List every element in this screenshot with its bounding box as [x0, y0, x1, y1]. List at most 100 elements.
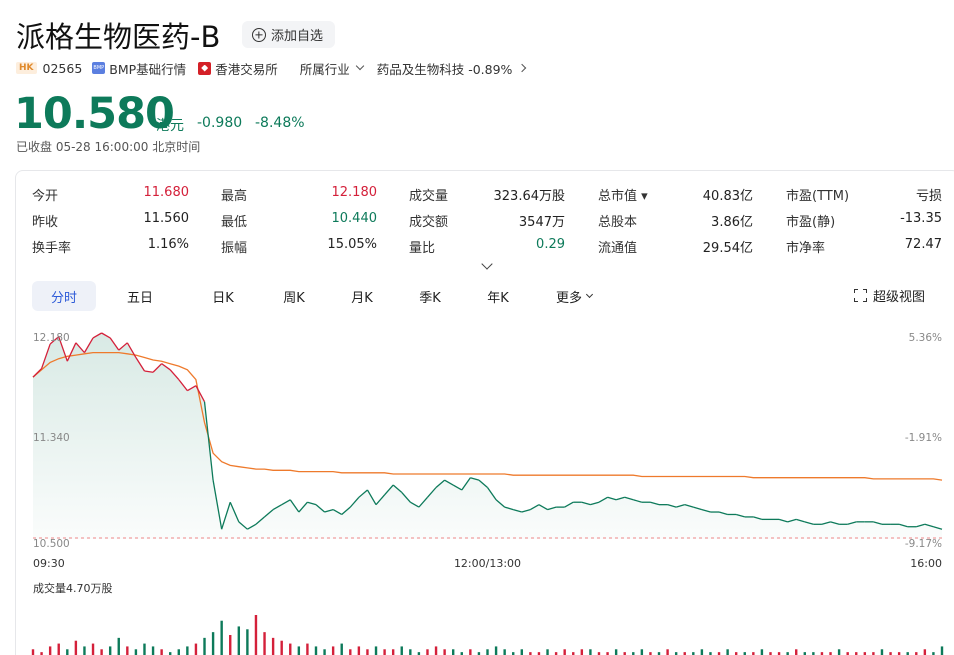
y-tick-label: 10.500 [33, 538, 70, 550]
x-tick-label: 16:00 [910, 557, 942, 570]
plus-circle-icon [252, 27, 266, 42]
volume-bar [246, 629, 249, 655]
volume-bar [760, 649, 764, 655]
volume-bar [271, 637, 275, 655]
volume-bar [194, 643, 198, 655]
sector-link[interactable]: 药品及生物科技 -0.89% [376, 59, 527, 78]
volume-bar [640, 649, 644, 655]
quote-panel: 今开 11.680 最高 12.180 成交量 323.64万股 总市值 ▾ 40.83亿 市盈… [15, 170, 954, 655]
volume-bar [280, 640, 283, 655]
volume-bar [469, 649, 472, 655]
volume-bar [83, 646, 86, 655]
volume-bar [91, 643, 95, 655]
volume-bar [297, 646, 301, 655]
intraday-chart[interactable]: 12.180 11.340 10.500 5.36% -1.91% -9.17% 09:30… [16, 171, 954, 655]
volume-bar [186, 646, 189, 655]
price-change: -0.980 [197, 115, 243, 131]
volume-bar [357, 646, 361, 655]
y-pct-tick-label: -1.91% [905, 432, 942, 444]
y-tick-label: 12.180 [33, 332, 70, 344]
volume-bar [108, 646, 112, 655]
volume-bar [700, 649, 704, 655]
volume-bar [263, 632, 266, 655]
volume-bar [349, 649, 352, 655]
volume-bar [220, 620, 223, 655]
volume-bar [66, 649, 69, 655]
volume-bar [100, 649, 103, 655]
stock-code: 02565 [42, 60, 83, 76]
volume-bar [837, 649, 841, 655]
y-pct-tick-label: -9.17% [905, 538, 942, 550]
price-change-pct: -8.48% [255, 115, 305, 131]
industry-dropdown[interactable]: 所属行业 [300, 59, 367, 78]
volume-bar [366, 649, 369, 655]
volume-bar [940, 646, 944, 655]
market-tag: HK [16, 62, 37, 74]
market-status: 已收盘 05-28 16:00:00 北京时间 [16, 140, 201, 154]
price-unit: 港元 [156, 118, 184, 134]
x-tick-label: 12:00/13:00 [454, 557, 521, 570]
volume-bar [237, 626, 241, 655]
chevron-right-icon [518, 63, 527, 73]
volume-bar [203, 637, 206, 655]
volume-bar [306, 643, 309, 655]
stock-meta-row: HK 02565 BMP BMP基础行情 香港交易所 所属行业 药品及生物科技 … [16, 59, 527, 78]
exchange-label: 香港交易所 [215, 61, 278, 77]
volume-bar [143, 643, 146, 655]
volume-bar [134, 649, 138, 655]
volume-bar [74, 640, 78, 655]
volume-bar [211, 632, 215, 655]
volume-bar [117, 637, 120, 655]
y-pct-tick-label: 5.36% [909, 332, 942, 344]
chevron-down-icon [355, 61, 364, 71]
y-tick-label: 11.340 [33, 432, 70, 444]
volume-bar [503, 649, 506, 655]
volume-bar [666, 649, 669, 655]
volume-bar [494, 646, 498, 655]
volume-bar [880, 649, 884, 655]
bmp-icon: BMP [92, 62, 106, 74]
volume-bar [57, 643, 60, 655]
sector-label: 药品及生物科技 -0.89% [376, 61, 513, 77]
page-title: 派格生物医药-B [16, 20, 221, 54]
volume-bar [546, 649, 549, 655]
volume-bar [409, 649, 412, 655]
volume-bar [614, 649, 618, 655]
volume-bar [151, 646, 155, 655]
volume-bar [177, 649, 180, 655]
volume-bar [391, 649, 395, 655]
volume-bar [923, 649, 927, 655]
industry-label: 所属行业 [299, 61, 350, 77]
last-price: 10.580 [14, 89, 175, 139]
volume-bar [374, 646, 378, 655]
volume-bar [563, 649, 566, 655]
volume-bar [229, 635, 232, 655]
volume-bar [520, 649, 524, 655]
volume-bar [726, 649, 729, 655]
volume-bar [426, 649, 429, 655]
volume-bar [434, 646, 438, 655]
volume-bar [400, 646, 403, 655]
volume-bar [314, 646, 318, 655]
volume-bar [31, 649, 35, 655]
volume-bar [254, 615, 258, 655]
volume-bar [443, 649, 446, 655]
x-tick-label: 09:30 [33, 557, 65, 570]
volume-label: 成交量4.70万股 [33, 582, 113, 595]
volume-bar [451, 649, 455, 655]
add-watchlist-label: 添加自选 [271, 29, 324, 44]
volume-bar [323, 649, 326, 655]
volume-bar [48, 646, 52, 655]
volume-bar [340, 643, 343, 655]
volume-bar [486, 649, 489, 655]
bmp-label: BMP基础行情 [109, 61, 187, 77]
hkex-logo-icon [198, 61, 212, 75]
volume-bar [289, 643, 292, 655]
volume-bar [160, 649, 163, 655]
add-watchlist-button[interactable]: 添加自选 [242, 21, 336, 48]
volume-bar [331, 646, 335, 655]
volume-bar [795, 649, 798, 655]
volume-bar [126, 646, 129, 655]
volume-bar [580, 649, 584, 655]
volume-bar [383, 649, 386, 655]
